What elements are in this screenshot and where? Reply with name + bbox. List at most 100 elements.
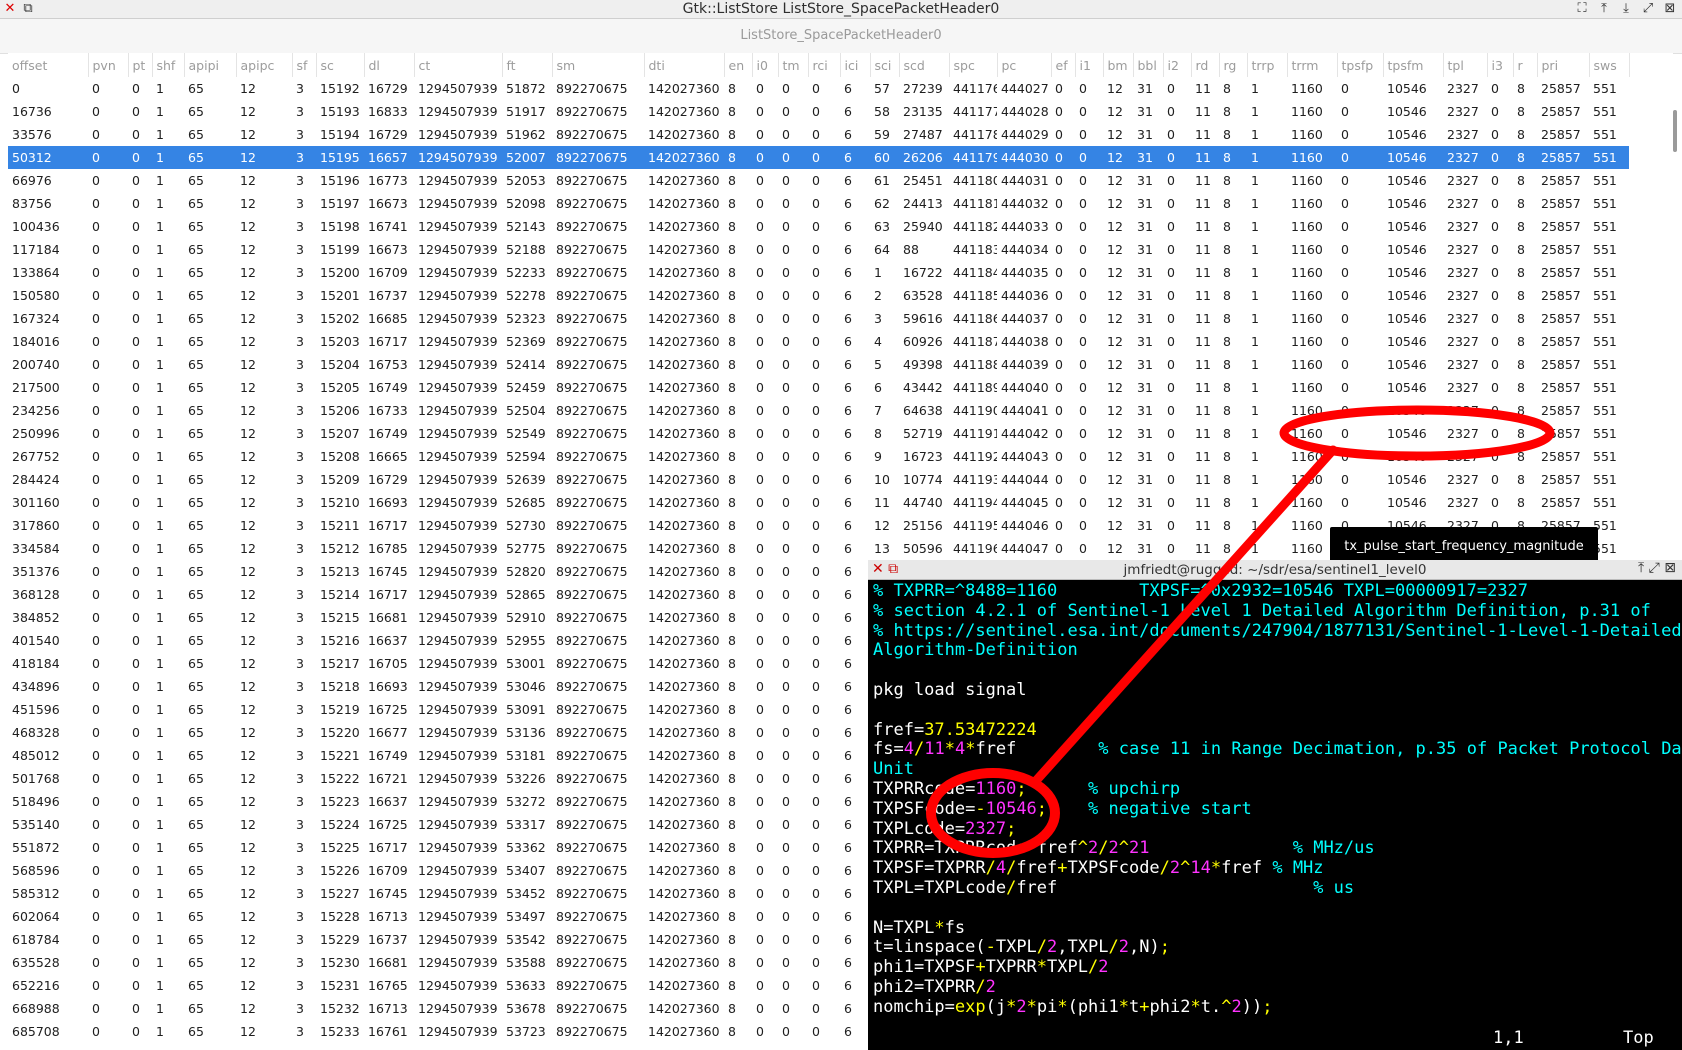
cell-ici: 6 <box>844 863 852 878</box>
close-window-icon[interactable]: ⊠ <box>1662 1 1678 16</box>
code-line: TXPSFcode=-10546; % negative start <box>873 798 1682 820</box>
code-token: TXPRR <box>985 957 1037 978</box>
cell-pri: 25857 <box>1541 380 1581 395</box>
minimize-icon[interactable]: ⤓ <box>1618 1 1634 16</box>
cell-offset: 618784 <box>12 932 60 947</box>
column-header-ft[interactable]: ft <box>502 53 553 77</box>
cell-dti: 142027360 <box>648 1001 720 1016</box>
column-header-shf[interactable]: shf <box>152 53 185 77</box>
column-header-pc[interactable]: pc <box>997 53 1052 77</box>
column-header-tpl[interactable]: tpl <box>1443 53 1488 77</box>
cell-rg: 8 <box>1223 426 1231 441</box>
column-header-offset[interactable]: offset <box>8 53 89 77</box>
cell-pc: 444043 <box>1001 449 1049 464</box>
shade-icon[interactable]: ⤒ <box>1596 1 1612 16</box>
cell-tpsfp: 0 <box>1341 196 1349 211</box>
code-token: TXPSFcode= <box>873 798 976 819</box>
cell-apipi: 65 <box>188 219 204 234</box>
column-header-tm[interactable]: tm <box>778 53 809 77</box>
table-row[interactable]: 167324 0 0 1 65 12 3 15202 16685 1294507939 52323 8… <box>8 307 1629 330</box>
column-header-pri[interactable]: pri <box>1537 53 1590 77</box>
column-header-bbl[interactable]: bbl <box>1133 53 1164 77</box>
terminal-window[interactable]: ✕ ⧉ jmfriedt@rugged: ~/sdr/esa/sentinel1… <box>868 560 1682 1050</box>
table-row[interactable]: 234256 0 0 1 65 12 3 15206 16733 1294507939 52504 8… <box>8 399 1629 422</box>
table-row[interactable]: 100436 0 0 1 65 12 3 15198 16741 1294507939 52143 8… <box>8 215 1629 238</box>
cell-i1: 0 <box>1079 357 1087 372</box>
column-header-dti[interactable]: dti <box>644 53 725 77</box>
column-header-tpsfp[interactable]: tpsfp <box>1337 53 1384 77</box>
vertical-scrollbar[interactable] <box>1673 110 1677 152</box>
column-header-tpsfm[interactable]: tpsfm <box>1383 53 1444 77</box>
column-header-i1[interactable]: i1 <box>1075 53 1104 77</box>
cell-pt: 0 <box>132 771 140 786</box>
table-row[interactable]: 250996 0 0 1 65 12 3 15207 16749 1294507939 52549 8… <box>8 422 1629 445</box>
column-header-sci[interactable]: sci <box>870 53 900 77</box>
column-header-i3[interactable]: i3 <box>1487 53 1514 77</box>
column-header-ef[interactable]: ef <box>1051 53 1076 77</box>
column-header-en[interactable]: en <box>724 53 753 77</box>
table-row[interactable]: 33576 0 0 1 65 12 3 15194 16729 1294507939 51962 89… <box>8 123 1629 146</box>
cell-offset: 217500 <box>12 380 60 395</box>
cell-pri: 25857 <box>1541 127 1581 142</box>
column-header-spc[interactable]: spc <box>949 53 998 77</box>
cell-rd: 11 <box>1195 334 1211 349</box>
table-row[interactable]: 217500 0 0 1 65 12 3 15205 16749 1294507939 52459 8… <box>8 376 1629 399</box>
resize-icon[interactable]: ⤢ <box>1640 1 1656 16</box>
column-header-trrm[interactable]: trrm <box>1287 53 1338 77</box>
column-header-r[interactable]: r <box>1513 53 1538 77</box>
column-header-dl[interactable]: dl <box>364 53 415 77</box>
column-header-ici[interactable]: ici <box>840 53 871 77</box>
terminal-window-controls-icon[interactable]: ⤒ ⤢ ⊠ <box>1638 560 1676 576</box>
cell-i3: 0 <box>1491 380 1499 395</box>
maximize-icon[interactable]: ⛶ <box>1574 1 1590 16</box>
cell-sc: 15223 <box>320 794 360 809</box>
column-header-scd[interactable]: scd <box>899 53 950 77</box>
table-row[interactable]: 83756 0 0 1 65 12 3 15197 16673 1294507939 52098 89… <box>8 192 1629 215</box>
column-header-rg[interactable]: rg <box>1219 53 1248 77</box>
terminal-code-view[interactable]: % TXPRR=^8488=1160 TXPSF=^0x2932=10546 T… <box>873 581 1682 1018</box>
cell-pri: 25857 <box>1541 242 1581 257</box>
table-row[interactable]: 133864 0 0 1 65 12 3 15200 16709 1294507939 52233 8… <box>8 261 1629 284</box>
cell-pc: 444035 <box>1001 265 1049 280</box>
table-row[interactable]: 200740 0 0 1 65 12 3 15204 16753 1294507939 52414 8… <box>8 353 1629 376</box>
cell-ici: 6 <box>840 146 870 169</box>
column-header-rd[interactable]: rd <box>1191 53 1220 77</box>
cell-sws: 551 <box>1593 449 1617 464</box>
cell-ici: 6 <box>844 196 852 211</box>
code-token: * <box>1036 957 1048 978</box>
column-header-ct[interactable]: ct <box>414 53 503 77</box>
column-header-bm[interactable]: bm <box>1103 53 1134 77</box>
cell-ici: 6 <box>844 334 852 349</box>
column-header-i0[interactable]: i0 <box>752 53 779 77</box>
table-row[interactable]: 301160 0 0 1 65 12 3 15210 16693 1294507939 52685 8… <box>8 491 1629 514</box>
cell-apipc: 12 <box>240 863 256 878</box>
column-header-apipc[interactable]: apipc <box>236 53 293 77</box>
column-header-sm[interactable]: sm <box>552 53 645 77</box>
table-row[interactable]: 50312 0 0 1 65 12 3 15195 16657 1294507939 52007 89… <box>8 146 1629 169</box>
cell-rci: 0 <box>812 541 820 556</box>
cell-i3: 0 <box>1487 146 1513 169</box>
code-token: fref <box>1016 858 1058 879</box>
cell-pt: 0 <box>132 449 140 464</box>
column-header-pt[interactable]: pt <box>128 53 153 77</box>
table-row[interactable]: 0 0 0 1 65 12 3 15192 16729 1294507939 51872 892270… <box>8 77 1629 100</box>
column-header-rci[interactable]: rci <box>808 53 841 77</box>
table-row[interactable]: 267752 0 0 1 65 12 3 15208 16665 1294507939 52594 8… <box>8 445 1629 468</box>
code-token: ; <box>1036 798 1048 819</box>
cell-pri: 25857 <box>1537 146 1589 169</box>
code-token: - <box>975 798 986 819</box>
column-header-sc[interactable]: sc <box>316 53 365 77</box>
column-header-sws[interactable]: sws <box>1589 53 1630 77</box>
column-header-pvn[interactable]: pvn <box>88 53 129 77</box>
column-header-sf[interactable]: sf <box>292 53 317 77</box>
cell-dl: 16749 <box>368 426 408 441</box>
column-header-trrp[interactable]: trrp <box>1247 53 1288 77</box>
table-row[interactable]: 16736 0 0 1 65 12 3 15193 16833 1294507939 51917 89… <box>8 100 1629 123</box>
table-row[interactable]: 117184 0 0 1 65 12 3 15199 16673 1294507939 52188 8… <box>8 238 1629 261</box>
table-row[interactable]: 184016 0 0 1 65 12 3 15203 16717 1294507939 52369 8… <box>8 330 1629 353</box>
table-row[interactable]: 66976 0 0 1 65 12 3 15196 16773 1294507939 52053 89… <box>8 169 1629 192</box>
column-header-i2[interactable]: i2 <box>1163 53 1192 77</box>
column-header-apipi[interactable]: apipi <box>184 53 237 77</box>
table-row[interactable]: 284424 0 0 1 65 12 3 15209 16729 1294507939 52639 8… <box>8 468 1629 491</box>
table-row[interactable]: 150580 0 0 1 65 12 3 15201 16737 1294507939 52278 8… <box>8 284 1629 307</box>
